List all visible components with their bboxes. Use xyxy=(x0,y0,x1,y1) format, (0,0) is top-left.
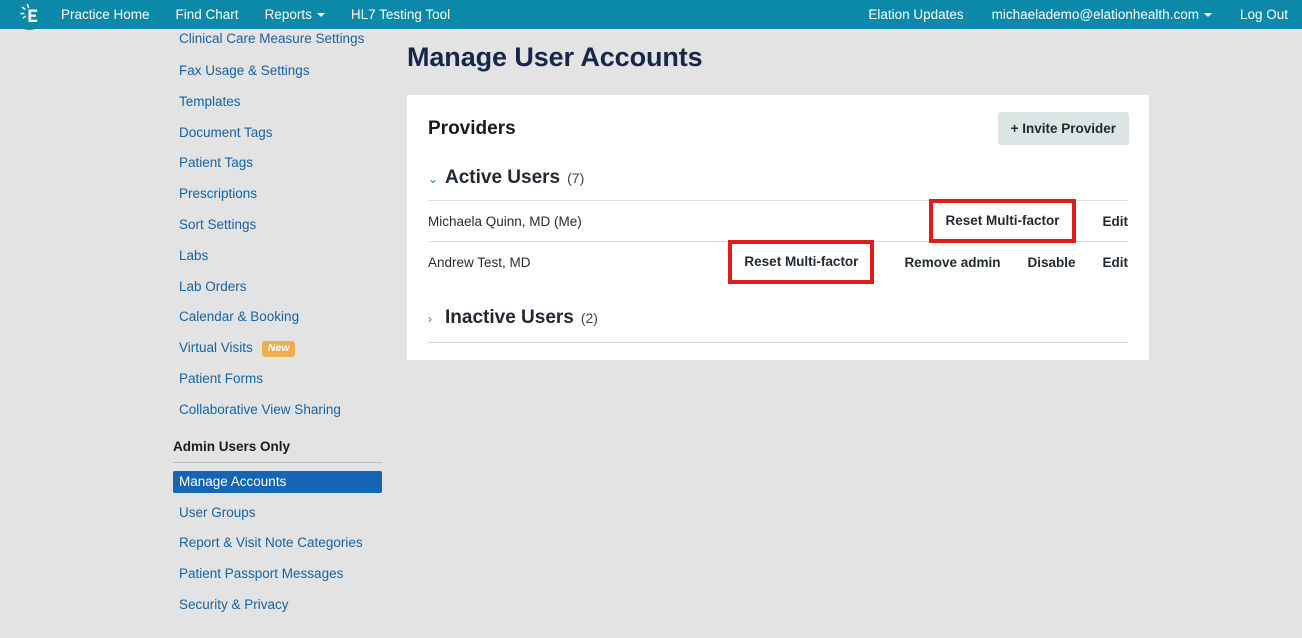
sidebar-item-virtual-visits[interactable]: Virtual Visits New xyxy=(0,333,395,364)
sidebar-item-calendar-booking[interactable]: Calendar & Booking xyxy=(0,302,395,333)
user-name: Michaela Quinn, MD (Me) xyxy=(428,213,582,229)
inactive-users-count: (2) xyxy=(580,310,598,326)
nav-user-account-label: michaelademo@elationhealth.com xyxy=(991,7,1199,22)
sidebar-item-templates[interactable]: Templates xyxy=(0,87,395,118)
table-row: Andrew Test, MD Reset Multi-factor Remov… xyxy=(428,240,1129,284)
settings-sidebar: Clinical Care Measure Settings Fax Usage… xyxy=(0,29,395,638)
nav-user-account[interactable]: michaelademo@elationhealth.com xyxy=(992,0,1212,29)
nav-log-out[interactable]: Log Out xyxy=(1240,0,1288,29)
sidebar-item-labs[interactable]: Labs xyxy=(0,241,395,272)
table-row: Michaela Quinn, MD (Me) Reset Multi-fact… xyxy=(428,199,1129,243)
active-users-title: Active Users xyxy=(445,167,561,188)
active-users-group: ⌄ Active Users (7) Michaela Quinn, MD (M… xyxy=(407,161,1149,284)
page-title: Manage User Accounts xyxy=(407,42,703,72)
sidebar-item-sort-settings[interactable]: Sort Settings xyxy=(0,210,395,241)
invite-provider-button[interactable]: + Invite Provider xyxy=(997,112,1129,145)
user-name: Andrew Test, MD xyxy=(428,254,531,270)
inactive-users-title: Inactive Users xyxy=(445,307,574,328)
nav-find-chart[interactable]: Find Chart xyxy=(176,0,239,29)
top-nav-left-group: Practice Home Find Chart Reports HL7 Tes… xyxy=(61,0,476,29)
sidebar-item-fax-usage-settings[interactable]: Fax Usage & Settings xyxy=(0,56,395,87)
remove-admin-link[interactable]: Remove admin xyxy=(904,255,1000,270)
sidebar-item-label: Virtual Visits xyxy=(179,340,253,356)
chevron-down-icon[interactable]: ⌄ xyxy=(428,173,438,185)
chevron-down-icon xyxy=(1203,13,1212,18)
sidebar-item-patient-forms[interactable]: Patient Forms xyxy=(0,364,395,395)
row-actions: Reset Multi-factor Remove admin Disable … xyxy=(728,240,1129,284)
sidebar-item-security-privacy[interactable]: Security & Privacy xyxy=(0,590,395,621)
active-users-header[interactable]: ⌄ Active Users (7) xyxy=(407,161,1149,200)
sidebar-item-prescriptions[interactable]: Prescriptions xyxy=(0,179,395,210)
providers-card: Providers + Invite Provider ⌄ Active Use… xyxy=(407,95,1149,360)
nav-practice-home[interactable]: Practice Home xyxy=(61,0,150,29)
providers-card-header: Providers + Invite Provider xyxy=(407,95,1149,161)
chevron-right-icon[interactable]: › xyxy=(428,313,436,325)
reset-multi-factor-link[interactable]: Reset Multi-factor xyxy=(929,199,1076,243)
nav-reports[interactable]: Reports xyxy=(265,0,325,29)
nav-reports-label: Reports xyxy=(264,7,312,22)
main-content: Manage User Accounts Providers + Invite … xyxy=(395,29,1302,638)
new-badge: New xyxy=(261,341,296,358)
active-users-count: (7) xyxy=(567,170,585,186)
providers-title: Providers xyxy=(428,117,516,139)
sidebar-item-user-groups[interactable]: User Groups xyxy=(0,498,395,529)
sidebar-item-collaborative-view-sharing[interactable]: Collaborative View Sharing xyxy=(0,395,395,426)
top-nav-right-group: Elation Updates michaelademo@elationheal… xyxy=(840,0,1288,29)
sidebar-item-document-tags[interactable]: Document Tags xyxy=(0,118,395,149)
sidebar-item-clinical-care-measure-settings[interactable]: Clinical Care Measure Settings xyxy=(0,29,395,56)
inactive-users-group: › Inactive Users (2) xyxy=(407,282,1149,360)
chevron-down-icon xyxy=(316,13,325,18)
sidebar-item-report-visit-note-categories[interactable]: Report & Visit Note Categories xyxy=(0,528,395,559)
card-bottom-padding xyxy=(407,343,1149,360)
nav-elation-updates[interactable]: Elation Updates xyxy=(868,0,963,29)
sidebar-item-lab-orders[interactable]: Lab Orders xyxy=(0,272,395,303)
sidebar-item-patient-passport-messages[interactable]: Patient Passport Messages xyxy=(0,559,395,590)
reset-multi-factor-link[interactable]: Reset Multi-factor xyxy=(728,240,875,284)
edit-link[interactable]: Edit xyxy=(1103,255,1129,270)
sidebar-item-manage-accounts[interactable]: Manage Accounts xyxy=(173,470,382,493)
sidebar-item-patient-tags[interactable]: Patient Tags xyxy=(0,148,395,179)
disable-link[interactable]: Disable xyxy=(1027,255,1075,270)
sidebar-divider xyxy=(173,461,382,463)
edit-link[interactable]: Edit xyxy=(1103,214,1129,229)
sidebar-section-admin-users-only: Admin Users Only xyxy=(173,438,291,454)
row-actions: Reset Multi-factor Edit xyxy=(916,199,1129,243)
nav-hl7-testing-tool[interactable]: HL7 Testing Tool xyxy=(351,0,450,29)
inactive-users-header[interactable]: › Inactive Users (2) xyxy=(407,282,1149,342)
top-navigation-bar: Practice Home Find Chart Reports HL7 Tes… xyxy=(0,0,1302,29)
